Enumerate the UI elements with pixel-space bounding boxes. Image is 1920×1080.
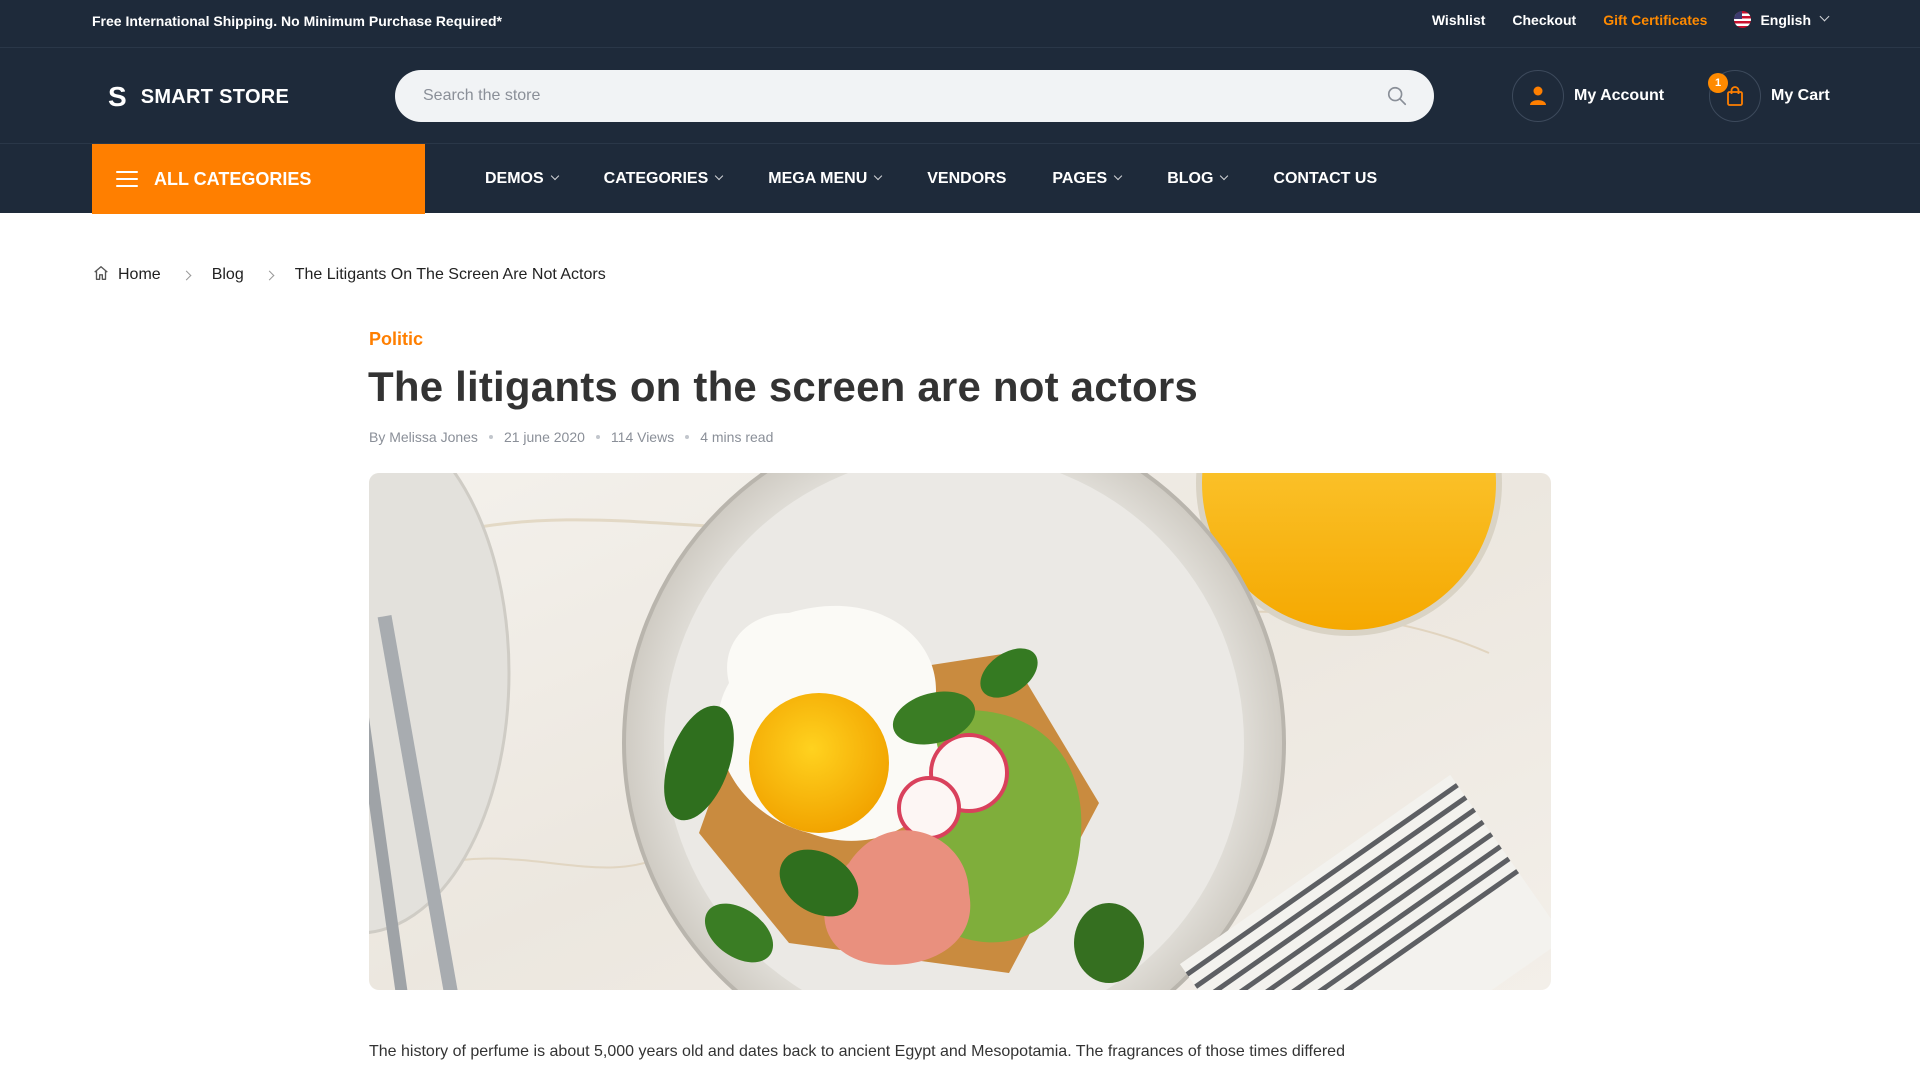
article-title: The litigants on the screen are not acto… — [368, 363, 1198, 410]
article-category[interactable]: Politic — [369, 329, 423, 350]
breadcrumb-blog[interactable]: Blog — [212, 266, 244, 284]
article-body-text: The history of perfume is about 5,000 ye… — [369, 1043, 1345, 1060]
chevron-down-icon — [1220, 171, 1229, 181]
all-categories-label: ALL CATEGORIES — [154, 168, 312, 189]
language-label: English — [1760, 11, 1811, 28]
chevron-right-icon — [264, 270, 275, 280]
us-flag-icon — [1734, 11, 1752, 28]
site-header: S SMART STORE My Account 1 My Cart — [0, 48, 1920, 143]
all-categories-button[interactable]: ALL CATEGORIES — [92, 144, 425, 214]
my-account-button[interactable]: My Account — [1512, 70, 1664, 122]
nav-item-mega-menu[interactable]: MEGA MENU — [768, 170, 883, 188]
nav-item-vendors[interactable]: VENDORS — [927, 170, 1006, 188]
breadcrumb: Home Blog The Litigants On The Screen Ar… — [92, 266, 606, 284]
checkout-link[interactable]: Checkout — [1512, 12, 1576, 28]
search-bar — [395, 70, 1434, 122]
cart-count-badge: 1 — [1708, 73, 1728, 93]
nav-item-contact-us[interactable]: CONTACT US — [1273, 170, 1377, 188]
article-meta: By Melissa Jones 21 june 2020 114 Views … — [369, 429, 773, 445]
gift-certificates-link[interactable]: Gift Certificates — [1603, 12, 1707, 28]
meta-separator — [595, 435, 600, 439]
home-icon — [94, 266, 108, 280]
user-icon — [1530, 86, 1546, 105]
breakfast-plate-illustration — [369, 473, 1551, 990]
cart-icon-wrap: 1 — [1708, 70, 1761, 122]
store-logo[interactable]: S SMART STORE — [108, 83, 289, 111]
logo-name: SMART STORE — [140, 85, 290, 108]
search-icon[interactable] — [1386, 85, 1408, 107]
my-cart-button[interactable]: 1 My Cart — [1708, 70, 1830, 122]
nav-label: CONTACT US — [1273, 170, 1378, 187]
breadcrumb-current: The Litigants On The Screen Are Not Acto… — [294, 266, 606, 283]
account-icon-wrap — [1512, 70, 1564, 122]
nav-label: CATEGORIES — [603, 170, 709, 187]
my-cart-label: My Cart — [1771, 87, 1830, 104]
nav-label: MEGA MENU — [768, 170, 868, 187]
nav-item-categories[interactable]: CATEGORIES — [603, 170, 724, 188]
nav-links: DEMOS CATEGORIES MEGA MENU VENDORS PAGES… — [485, 144, 1377, 214]
logo-mark: S — [108, 81, 127, 112]
meta-separator — [685, 435, 690, 439]
breadcrumb-home[interactable]: Home — [118, 266, 161, 284]
top-links: Wishlist Checkout Gift Certificates Engl… — [1432, 11, 1830, 28]
nav-label: BLOG — [1167, 170, 1214, 187]
chevron-down-icon — [715, 171, 724, 181]
meta-separator — [488, 435, 493, 439]
shopping-bag-icon — [1727, 86, 1743, 106]
chevron-down-icon — [550, 171, 559, 181]
language-selector[interactable]: English — [1734, 11, 1830, 28]
nav-label: DEMOS — [485, 170, 544, 187]
shipping-promo-text: Free International Shipping. No Minimum … — [92, 13, 502, 29]
nav-label: PAGES — [1052, 170, 1108, 187]
top-bar: Free International Shipping. No Minimum … — [0, 0, 1920, 48]
chevron-right-icon — [181, 270, 192, 280]
nav-item-pages[interactable]: PAGES — [1052, 170, 1123, 188]
search-input[interactable] — [423, 70, 1323, 122]
chevron-down-icon — [874, 171, 883, 181]
nav-item-demos[interactable]: DEMOS — [485, 170, 559, 188]
chevron-down-icon — [1819, 11, 1830, 22]
hamburger-icon — [116, 171, 138, 187]
article-read-time: 4 mins read — [700, 429, 774, 445]
my-account-label: My Account — [1574, 87, 1665, 104]
chevron-down-icon — [1113, 171, 1123, 181]
nav-label: VENDORS — [927, 170, 1007, 187]
article-views: 114 Views — [610, 429, 675, 445]
article-author: By Melissa Jones — [369, 429, 478, 445]
main-navigation: ALL CATEGORIES DEMOS CATEGORIES MEGA MEN… — [0, 143, 1920, 214]
article-hero-image — [369, 473, 1551, 990]
nav-item-blog[interactable]: BLOG — [1167, 170, 1229, 188]
wishlist-link[interactable]: Wishlist — [1432, 12, 1486, 28]
article-date: 21 june 2020 — [503, 429, 585, 445]
